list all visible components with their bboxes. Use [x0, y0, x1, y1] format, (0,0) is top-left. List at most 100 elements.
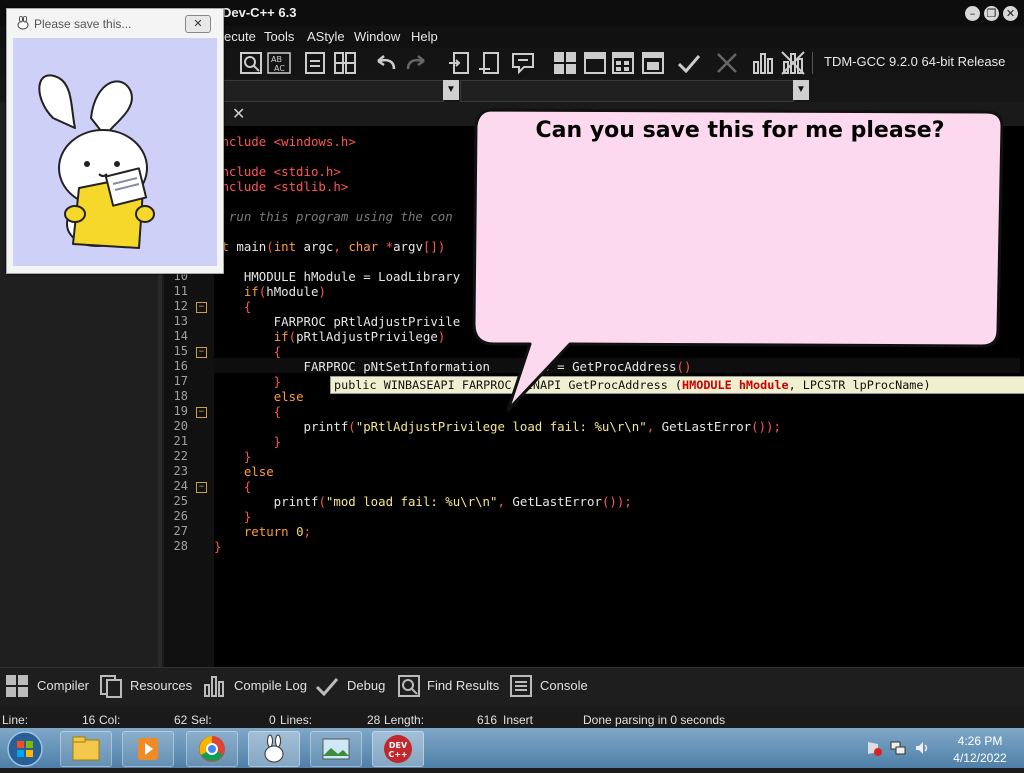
line-number: 17	[173, 374, 188, 388]
volume-icon[interactable]	[914, 740, 930, 756]
code-token: ,	[497, 494, 513, 509]
code-line[interactable]: }	[214, 509, 251, 524]
code-line[interactable]: include <stdlib.h>	[214, 179, 348, 194]
popup-close-button[interactable]: ✕	[185, 15, 211, 33]
compiler-select[interactable]: TDM-GCC 9.2.0 64-bit Release	[818, 50, 1024, 74]
code-line[interactable]: {	[214, 344, 281, 359]
code-line[interactable]: else	[214, 464, 274, 479]
status-length-value: 616	[477, 713, 498, 727]
restore-icon[interactable]: ❐	[984, 6, 999, 21]
code-token: int	[273, 239, 304, 254]
function-combo[interactable]	[460, 80, 794, 102]
picture-icon	[322, 738, 350, 760]
redo-icon[interactable]	[402, 50, 428, 76]
status-col-label: Col:	[99, 713, 121, 727]
devcpp-icon: DEVC++	[384, 735, 412, 763]
code-token: printf	[214, 494, 319, 509]
run-icon[interactable]	[582, 50, 608, 76]
indent-icon[interactable]	[446, 50, 472, 76]
code-line[interactable]: }	[214, 449, 251, 464]
code-line[interactable]: else	[214, 389, 304, 404]
menu-execute[interactable]: ecute	[224, 29, 256, 44]
code-line[interactable]: HMODULE hModule = LoadLibrary	[214, 269, 460, 284]
menu-help[interactable]: Help	[411, 29, 438, 44]
taskbar-bunny-app[interactable]	[248, 731, 300, 767]
fold-toggle-icon[interactable]: −	[196, 482, 207, 493]
network-icon[interactable]	[890, 740, 906, 756]
chevron-down-icon[interactable]: ▼	[793, 80, 809, 100]
undo-icon[interactable]	[374, 50, 400, 76]
code-line[interactable]: }	[214, 539, 221, 554]
taskbar-chrome[interactable]	[186, 731, 238, 767]
rebuild-icon[interactable]	[640, 50, 666, 76]
code-line[interactable]: {	[214, 479, 251, 494]
status-sel-value: 0	[269, 713, 276, 727]
minimize-icon[interactable]: –	[965, 6, 980, 21]
tab-find-results[interactable]: Find Results	[427, 678, 499, 693]
profile-icon[interactable]	[750, 50, 776, 76]
compile-run-icon[interactable]	[610, 50, 636, 76]
fold-toggle-icon[interactable]: −	[196, 407, 207, 418]
code-line[interactable]: FARPROC pRtlAdjustPrivile	[214, 314, 461, 329]
code-token: ());	[601, 494, 632, 509]
code-line[interactable]: include <stdio.h>	[214, 164, 341, 179]
taskbar-media-player[interactable]	[122, 731, 174, 767]
code-line[interactable]: printf("pRtlAdjustPrivilege load fail: %…	[214, 419, 781, 434]
tab-resources[interactable]: Resources	[130, 678, 192, 693]
code-line[interactable]: if(hModule)	[214, 284, 326, 299]
menu-tools[interactable]: Tools	[264, 29, 294, 44]
code-line[interactable]: nt main(int argc, char *argv[])	[214, 239, 445, 254]
code-token: (	[318, 494, 326, 509]
fold-toggle-icon[interactable]: −	[196, 302, 207, 313]
tab-compiler[interactable]: Compiler	[37, 678, 89, 693]
tab-console[interactable]: Console	[540, 678, 588, 693]
tab-close-icon[interactable]: ✕	[232, 104, 245, 124]
delete-profile-icon[interactable]	[780, 50, 806, 76]
taskbar-image-viewer[interactable]	[310, 731, 362, 767]
class-combo[interactable]	[214, 80, 444, 102]
action-center-icon[interactable]	[866, 740, 882, 756]
clock-time[interactable]: 4:26 PM	[940, 734, 1020, 748]
status-line-value: 16	[82, 713, 96, 727]
code-token: *	[385, 239, 394, 254]
code-line[interactable]: }	[214, 374, 281, 389]
code-line[interactable]: if(pRtlAdjustPrivilege)	[214, 329, 446, 344]
taskbar-explorer[interactable]	[60, 731, 112, 767]
chevron-down-icon[interactable]: ▼	[443, 80, 459, 100]
fold-toggle-icon[interactable]: −	[196, 347, 207, 358]
tab-debug[interactable]: Debug	[347, 678, 385, 693]
clock-date[interactable]: 4/12/2022	[940, 751, 1020, 765]
code-token: GetLastError	[512, 494, 602, 509]
unindent-icon[interactable]	[476, 50, 502, 76]
comment-icon[interactable]	[510, 50, 536, 76]
svg-text:AC: AC	[274, 64, 285, 73]
check-syntax-icon[interactable]	[676, 50, 702, 76]
replace-icon[interactable]: AB AC	[266, 50, 292, 76]
close-icon[interactable]: ✕	[1003, 6, 1018, 21]
code-line[interactable]: {	[214, 404, 281, 419]
compile-icon[interactable]	[552, 50, 578, 76]
code-line[interactable]: return 0;	[214, 524, 311, 539]
code-line[interactable]: {	[214, 299, 251, 314]
menu-astyle[interactable]: AStyle	[307, 29, 345, 44]
menu-window[interactable]: Window	[354, 29, 400, 44]
line-number: 24	[173, 479, 188, 493]
start-button[interactable]	[6, 730, 44, 768]
code-line[interactable]: }	[214, 434, 281, 449]
code-line[interactable]: printf("mod load fail: %u\r\n", GetLastE…	[214, 494, 632, 509]
line-number: 18	[173, 389, 188, 403]
line-number: 23	[173, 464, 188, 478]
code-line[interactable]: * run this program using the con	[214, 209, 453, 224]
find-icon[interactable]	[238, 50, 264, 76]
code-line[interactable]: include <windows.h>	[214, 134, 356, 149]
line-number: 16	[173, 359, 188, 373]
toggle-bookmark-icon[interactable]	[332, 50, 358, 76]
taskbar-devcpp[interactable]: DEV C++	[372, 731, 424, 767]
goto-icon[interactable]	[302, 50, 328, 76]
popup-content	[13, 38, 217, 266]
status-mode: Insert	[503, 713, 534, 727]
stop-execution-icon[interactable]	[714, 50, 740, 76]
svg-text:DEV: DEV	[389, 741, 408, 750]
tab-compile-log[interactable]: Compile Log	[234, 678, 307, 693]
